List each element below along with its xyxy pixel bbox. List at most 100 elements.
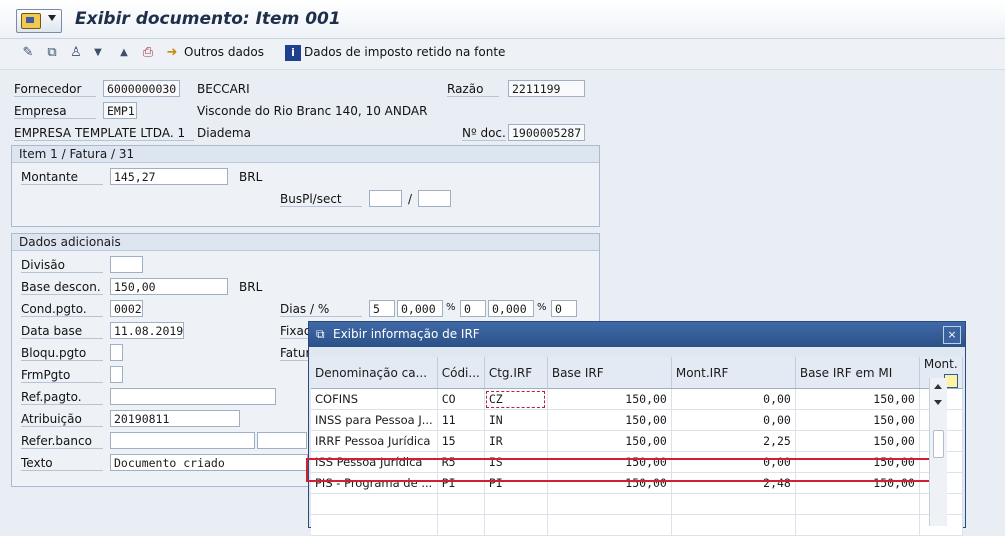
chevron-down-icon[interactable]: ▼ — [90, 45, 106, 61]
ndoc-field[interactable]: 1900005287 — [508, 124, 585, 141]
row-codigo: CO — [437, 388, 485, 410]
dialog-title: Exibir informação de IRF — [333, 327, 480, 341]
atribuicao-field[interactable]: 20190811 — [110, 410, 240, 427]
business-place-field[interactable] — [369, 190, 402, 207]
application-toolbar: ✎ ⧉ ♙ ▼ ▲ ⎙ ➜ Outros dados i Dados de im… — [0, 39, 1005, 70]
row-base-irf-mi: 150,00 — [795, 388, 920, 410]
montante-currency: BRL — [239, 170, 263, 184]
row-base-irf: 150,00 — [547, 409, 672, 431]
empresa-field[interactable]: EMP1 — [103, 102, 137, 119]
item-group-title: Item 1 / Fatura / 31 — [12, 146, 599, 163]
edit-icon[interactable]: ✎ — [20, 45, 36, 61]
razao-field[interactable]: 2211199 — [508, 80, 585, 97]
empresa-label: Empresa — [14, 104, 96, 119]
montante-label: Montante — [21, 170, 103, 185]
base-descon-field[interactable]: 150,00 — [110, 278, 228, 295]
bloqu-pgto-field[interactable] — [110, 344, 123, 361]
atribuicao-label: Atribuição — [21, 412, 103, 427]
bloqu-pgto-label: Bloqu.pgto — [21, 346, 103, 361]
column-header-mont-irf[interactable]: Mont.IRF — [671, 357, 796, 389]
row-mont-irf: 0,00 — [671, 409, 796, 431]
empty-row — [311, 493, 963, 515]
fatur-label: Fatur — [280, 346, 311, 361]
row-denominacao: IRRF Pessoa Jurídica — [311, 430, 438, 452]
referbanco-field-1[interactable] — [110, 432, 255, 449]
referbanco-field-2[interactable] — [257, 432, 307, 449]
row-base-irf: 150,00 — [547, 430, 672, 452]
close-icon[interactable]: × — [943, 326, 961, 344]
fornecedor-field[interactable]: 6000000030 — [103, 80, 180, 97]
cond-pgto-label: Cond.pgto. — [21, 302, 103, 317]
table-row[interactable]: INSS para Pessoa J... 11 IN 150,00 0,00 … — [311, 409, 963, 431]
table-header-row: Denominação ca... Códi... Ctg.IRF Base I… — [311, 357, 963, 389]
row-ctg-irf[interactable]: CZ — [484, 388, 548, 410]
table-row[interactable]: IRRF Pessoa Jurídica 15 IR 150,00 2,25 1… — [311, 430, 963, 452]
dialog-title-bar[interactable]: ⧉ Exibir informação de IRF × — [309, 322, 965, 347]
frmpgto-field[interactable] — [110, 366, 123, 383]
divisao-label: Divisão — [21, 258, 103, 273]
row-mont-irf: 0,00 — [671, 388, 796, 410]
table-scrollbar[interactable] — [929, 378, 947, 526]
row-mont-irf: 2,25 — [671, 430, 796, 452]
scroll-thumb[interactable] — [933, 430, 944, 458]
texto-label: Texto — [21, 456, 103, 471]
row-ctg-irf: IN — [484, 409, 548, 431]
title-bar: Exibir documento: Item 001 — [0, 0, 1005, 39]
outros-dados-button[interactable]: Outros dados — [184, 45, 264, 63]
table-row[interactable]: COFINS CO CZ 150,00 0,00 150,00 — [311, 388, 963, 410]
dados-imposto-button[interactable]: Dados de imposto retido na fonte — [304, 45, 505, 63]
separator-slash: / — [408, 192, 413, 206]
column-header-base-irf[interactable]: Base IRF — [547, 357, 672, 389]
frmpgto-label: FrmPgto — [21, 368, 103, 383]
column-header-denominacao[interactable]: Denominação ca... — [311, 357, 438, 389]
montante-field[interactable]: 145,27 — [110, 168, 228, 185]
base-descon-label: Base descon. — [21, 280, 103, 295]
buspl-label: BusPl/sect — [280, 192, 362, 207]
fornecedor-name: BECCARI — [197, 82, 250, 96]
referbanco-label: Refer.banco — [21, 434, 103, 449]
texto-field[interactable]: Documento criado — [110, 454, 308, 471]
pct2-sign: % — [537, 302, 547, 313]
arrow-right-icon[interactable]: ➜ — [164, 45, 180, 61]
column-header-codigo[interactable]: Códi... — [437, 357, 485, 389]
row-denominacao: COFINS — [311, 388, 438, 410]
empty-row — [311, 514, 963, 536]
scroll-down-icon[interactable] — [934, 400, 942, 405]
company-name: EMPRESA TEMPLATE LTDA. 1 — [14, 126, 194, 141]
cond-pgto-field[interactable]: 0002 — [110, 300, 143, 317]
irf-table: Denominação ca... Códi... Ctg.IRF Base I… — [311, 357, 963, 536]
row-highlight-box — [306, 458, 931, 482]
data-base-field[interactable]: 11.08.2019 — [110, 322, 184, 339]
info-icon[interactable]: i — [285, 45, 301, 61]
print-icon[interactable]: ⎙ — [140, 45, 156, 61]
row-ctg-irf: IR — [484, 430, 548, 452]
row-base-irf-mi: 150,00 — [795, 430, 920, 452]
dias2-field[interactable]: 0 — [460, 300, 486, 317]
user-icon[interactable]: ♙ — [68, 45, 84, 61]
refpagto-field[interactable] — [110, 388, 276, 405]
column-header-base-irf-mi[interactable]: Base IRF em MI — [795, 357, 920, 389]
section-field[interactable] — [418, 190, 451, 207]
row-codigo: 15 — [437, 430, 485, 452]
dialog-icon: ⧉ — [316, 327, 325, 341]
city-text: Diadema — [197, 126, 251, 140]
dias-label: Dias / % — [280, 302, 362, 317]
scroll-up-icon[interactable] — [934, 384, 942, 389]
divisao-field[interactable] — [110, 256, 143, 273]
address-text: Visconde do Rio Branc 140, 10 ANDAR — [197, 104, 428, 118]
pct2-field[interactable]: 0,000 — [488, 300, 534, 317]
menu-icon — [21, 13, 41, 29]
ndoc-label: Nº doc. — [462, 126, 506, 141]
dias3-field[interactable]: 0 — [551, 300, 577, 317]
row-denominacao: INSS para Pessoa J... — [311, 409, 438, 431]
page-title: Exibir documento: Item 001 — [75, 9, 341, 29]
razao-label: Razão — [447, 82, 499, 97]
pct1-field[interactable]: 0,000 — [397, 300, 443, 317]
system-menu-button[interactable] — [16, 9, 62, 33]
column-header-ctg-irf[interactable]: Ctg.IRF — [484, 357, 548, 389]
row-base-irf: 150,00 — [547, 388, 672, 410]
change-display-icon[interactable]: ⧉ — [44, 45, 60, 61]
dias1-field[interactable]: 5 — [369, 300, 395, 317]
chevron-up-icon[interactable]: ▲ — [116, 45, 132, 61]
mont-header-label: Mont. — [923, 357, 958, 371]
